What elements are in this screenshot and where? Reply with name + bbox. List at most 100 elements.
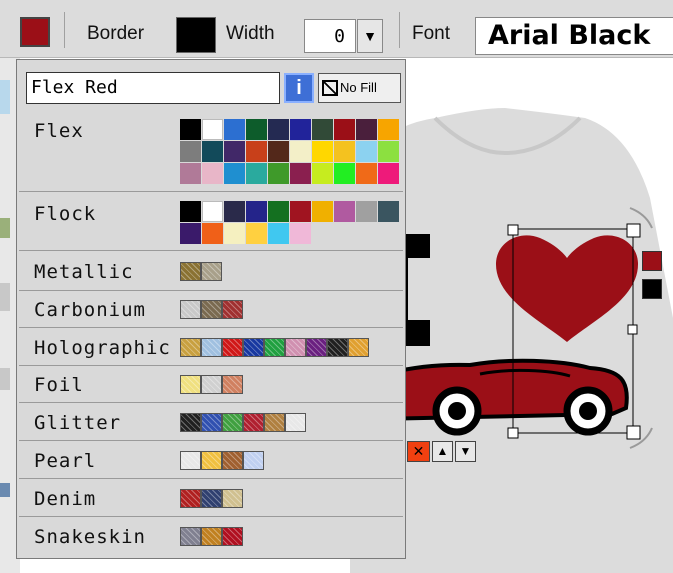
layer-controls: ✕ ▲ ▼ (407, 441, 476, 462)
snakeskin-swatch[interactable] (222, 527, 243, 546)
current-color-swatch[interactable] (20, 17, 50, 47)
flex-color-swatch[interactable] (334, 141, 355, 162)
flock-color-swatch[interactable] (290, 223, 311, 244)
flock-color-swatch[interactable] (290, 201, 311, 222)
flex-color-swatch[interactable] (378, 119, 399, 140)
flex-color-swatch[interactable] (202, 141, 223, 162)
flex-color-swatch[interactable] (356, 163, 377, 184)
snakeskin-swatch[interactable] (180, 527, 201, 546)
flex-color-swatch[interactable] (378, 141, 399, 162)
flex-color-swatch[interactable] (202, 119, 223, 140)
flex-color-swatch[interactable] (334, 119, 355, 140)
holographic-swatch[interactable] (222, 338, 243, 357)
flex-color-swatch[interactable] (180, 141, 201, 162)
tool-chip[interactable] (0, 368, 10, 390)
flex-color-swatch[interactable] (224, 141, 245, 162)
pearl-swatch[interactable] (201, 451, 222, 470)
flock-color-swatch[interactable] (180, 223, 201, 244)
denim-swatch[interactable] (180, 489, 201, 508)
flock-color-swatch[interactable] (334, 201, 355, 222)
denim-swatch[interactable] (222, 489, 243, 508)
flock-color-swatch[interactable] (246, 223, 267, 244)
flock-color-swatch[interactable] (356, 201, 377, 222)
foil-swatch[interactable] (180, 375, 201, 394)
holographic-swatch[interactable] (243, 338, 264, 357)
flex-color-swatch[interactable] (202, 163, 223, 184)
holographic-swatch[interactable] (327, 338, 348, 357)
flex-color-swatch[interactable] (246, 119, 267, 140)
info-button[interactable]: i (284, 73, 314, 103)
move-up-icon[interactable]: ▲ (432, 441, 453, 462)
side-color-swatch[interactable] (642, 279, 662, 299)
flex-color-swatch[interactable] (312, 119, 333, 140)
denim-swatch[interactable] (201, 489, 222, 508)
color-name-field[interactable]: Flex Red (26, 72, 280, 104)
metallic-swatch[interactable] (201, 262, 222, 281)
holographic-swatch[interactable] (285, 338, 306, 357)
holographic-swatch[interactable] (348, 338, 369, 357)
foil-swatch[interactable] (201, 375, 222, 394)
flex-color-swatch[interactable] (290, 119, 311, 140)
tool-chip[interactable] (0, 283, 10, 311)
tool-chip[interactable] (0, 218, 10, 238)
holographic-swatch[interactable] (264, 338, 285, 357)
flock-color-swatch[interactable] (224, 223, 245, 244)
flock-color-swatch[interactable] (378, 201, 399, 222)
flex-color-swatch[interactable] (246, 163, 267, 184)
glitter-swatch[interactable] (243, 413, 264, 432)
flock-color-swatch[interactable] (268, 201, 289, 222)
flex-color-swatch[interactable] (290, 141, 311, 162)
delete-icon[interactable]: ✕ (407, 441, 430, 462)
tool-chip[interactable] (0, 80, 10, 114)
snakeskin-swatches (180, 527, 243, 546)
flex-color-swatch[interactable] (268, 141, 289, 162)
snakeskin-swatch[interactable] (201, 527, 222, 546)
tool-chip[interactable] (0, 483, 10, 497)
toolbar: Border Width 0 ▼ Font Arial Black (0, 0, 673, 58)
metallic-swatch[interactable] (180, 262, 201, 281)
flex-color-swatch[interactable] (378, 163, 399, 184)
pearl-swatch[interactable] (180, 451, 201, 470)
glitter-swatch[interactable] (201, 413, 222, 432)
glitter-swatch[interactable] (285, 413, 306, 432)
carbonium-swatch[interactable] (201, 300, 222, 319)
flex-color-swatch[interactable] (246, 141, 267, 162)
flex-color-swatch[interactable] (268, 163, 289, 184)
flex-color-swatch[interactable] (224, 163, 245, 184)
font-select[interactable]: Arial Black (475, 17, 673, 55)
glitter-swatch[interactable] (264, 413, 285, 432)
flex-color-swatch[interactable] (312, 163, 333, 184)
flex-color-swatch[interactable] (334, 163, 355, 184)
flock-color-swatch[interactable] (202, 201, 223, 222)
holographic-swatch[interactable] (180, 338, 201, 357)
holographic-swatch[interactable] (201, 338, 222, 357)
flex-color-swatch[interactable] (224, 119, 245, 140)
flex-color-swatch[interactable] (268, 119, 289, 140)
flock-color-swatch[interactable] (180, 201, 201, 222)
flex-color-swatch[interactable] (290, 163, 311, 184)
flex-color-swatch[interactable] (356, 119, 377, 140)
no-fill-button[interactable]: No Fill (318, 73, 401, 103)
pearl-swatch[interactable] (222, 451, 243, 470)
carbonium-swatch[interactable] (222, 300, 243, 319)
pearl-swatch[interactable] (243, 451, 264, 470)
width-dropdown-arrow-icon[interactable]: ▼ (357, 19, 383, 53)
flex-color-swatch[interactable] (180, 119, 201, 140)
flex-color-swatch[interactable] (356, 141, 377, 162)
flock-color-swatch[interactable] (246, 201, 267, 222)
foil-swatch[interactable] (222, 375, 243, 394)
flock-color-swatch[interactable] (224, 201, 245, 222)
flock-color-swatch[interactable] (202, 223, 223, 244)
holographic-swatch[interactable] (306, 338, 327, 357)
glitter-swatch[interactable] (222, 413, 243, 432)
flex-color-swatch[interactable] (180, 163, 201, 184)
border-color-swatch[interactable] (176, 17, 216, 53)
move-down-icon[interactable]: ▼ (455, 441, 476, 462)
flock-color-swatch[interactable] (268, 223, 289, 244)
glitter-swatch[interactable] (180, 413, 201, 432)
side-color-swatch[interactable] (642, 251, 662, 271)
carbonium-swatch[interactable] (180, 300, 201, 319)
width-input[interactable]: 0 (304, 19, 356, 53)
flex-color-swatch[interactable] (312, 141, 333, 162)
flock-color-swatch[interactable] (312, 201, 333, 222)
